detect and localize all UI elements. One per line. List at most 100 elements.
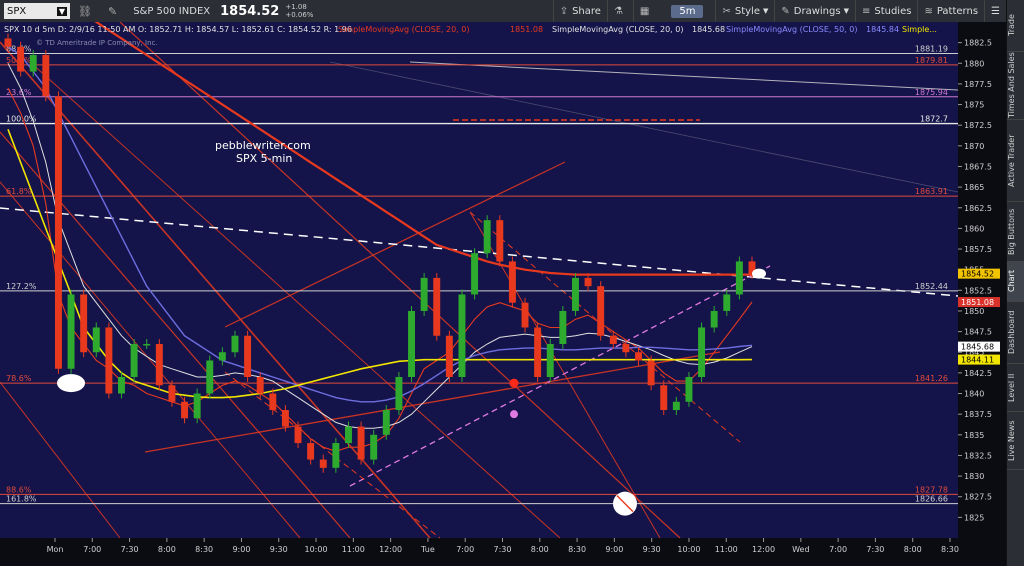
y-tick-label: 1835 (964, 431, 984, 440)
menu-button[interactable]: ☰ (984, 0, 1006, 22)
candle-body (559, 310, 567, 344)
candle-body (118, 377, 125, 394)
candle-body (307, 443, 315, 460)
studies-icon: ≡ (861, 5, 871, 17)
candle-body (685, 377, 693, 402)
y-tick-label: 1837.5 (964, 410, 992, 419)
highlight-marker (57, 374, 85, 393)
y-tick-label: 1862.5 (964, 204, 992, 213)
candle-body (155, 343, 163, 386)
sidebar-tab-trade[interactable]: Trade (1007, 0, 1024, 52)
fib-label: 78.6% (6, 374, 32, 383)
fib-price: 1827.78 (915, 485, 948, 494)
y-tick-label: 1880 (964, 59, 984, 68)
fib-price: 1826.66 (915, 495, 948, 504)
flask-button[interactable]: ⚗ (606, 0, 633, 22)
candle-body (735, 261, 743, 295)
fib-price: 1863.91 (915, 187, 948, 196)
chart-toolbar: SPX ▼ ⛓ ✎ S&P 500 INDEX 1854.52 +1.08 +0… (0, 0, 1006, 23)
pivot-marker (509, 378, 519, 388)
candle-body (332, 443, 340, 468)
sidebar-tab-times-and-sales[interactable]: Times And Sales (1007, 52, 1024, 120)
fib-price: 1881.19 (915, 44, 948, 53)
candle-body (571, 277, 579, 311)
candle-body (635, 352, 642, 361)
price-tag-label: 1845.68 (961, 343, 994, 352)
style-button[interactable]: ✂ Style ▼ (715, 0, 774, 22)
sidebar-tab-big-buttons[interactable]: Big Buttons (1007, 202, 1024, 262)
symbol-label: SPX (7, 5, 27, 17)
x-tick-label: 9:00 (605, 545, 623, 554)
drawings-button[interactable]: ✎ Drawings ▼ (774, 0, 855, 22)
x-tick-label: 10:00 (305, 545, 328, 554)
x-tick-label: 8:00 (904, 545, 922, 554)
candle-body (4, 38, 12, 47)
y-tick-label: 1832.5 (964, 451, 992, 460)
share-icon: ⇪ (559, 5, 569, 17)
x-tick-label: Tue (420, 545, 435, 554)
sma20b-legend-value: 1845.68 (692, 25, 725, 34)
info-line: SPX 10 d 5m D: 2/9/16 11:50 AM O: 1852.7… (4, 25, 352, 34)
sidebar-tab-live-news[interactable]: Live News (1007, 412, 1024, 470)
fib-label: 61.8% (6, 187, 32, 196)
candle-body (294, 426, 302, 444)
y-tick-label: 1877.5 (964, 80, 992, 89)
x-tick-label: 7:00 (829, 545, 847, 554)
drawings-label: Drawings (793, 5, 841, 17)
x-tick-label: 7:00 (83, 545, 101, 554)
candle-body (710, 310, 718, 328)
candle-body (244, 335, 252, 378)
candle-body (433, 277, 441, 336)
y-tick-label: 1860 (964, 224, 984, 233)
price-tag-label: 1854.52 (961, 270, 994, 279)
fib-price: 1852.44 (915, 282, 948, 291)
share-label: Share (572, 5, 601, 17)
candle-body (143, 343, 151, 346)
candle-body (471, 253, 479, 295)
sidebar-tab-dashboard[interactable]: Dashboard (1007, 302, 1024, 364)
chevron-down-icon: ▼ (56, 6, 67, 16)
flask-icon: ⚗ (613, 5, 623, 17)
y-tick-label: 1875 (964, 101, 984, 110)
share-button[interactable]: ⇪ Share (552, 0, 607, 22)
fib-label: 127.2% (6, 282, 37, 291)
candle-body (319, 459, 327, 468)
x-tick-label: 8:30 (568, 545, 586, 554)
candle-body (54, 96, 62, 369)
annotation-chart: SPX 5-min (236, 152, 292, 165)
sidebar-tab-active-trader[interactable]: Active Trader (1007, 120, 1024, 202)
y-tick-label: 1850 (964, 307, 984, 316)
studies-button[interactable]: ≡ Studies (854, 0, 918, 22)
y-tick-label: 1857.5 (964, 245, 992, 254)
candle-body (42, 55, 50, 97)
candle-body (357, 426, 365, 460)
candle-body (168, 385, 176, 402)
sidebar-tab-chart[interactable]: Chart (1007, 262, 1024, 302)
candle-body (420, 277, 428, 311)
symbol-selector[interactable]: SPX ▼ (4, 3, 70, 19)
x-tick-label: 8:00 (531, 545, 549, 554)
last-price: 1854.52 (220, 3, 280, 19)
candle-body (382, 410, 390, 435)
x-tick-label: 8:30 (941, 545, 959, 554)
sma20-legend: SimpleMovingAvg (CLOSE, 20, 0) (338, 25, 469, 34)
x-tick-label: 11:00 (342, 545, 365, 554)
link-icon[interactable]: ⛓ (78, 5, 92, 18)
edit-icon[interactable]: ✎ (108, 5, 117, 18)
candle-body (508, 261, 516, 303)
candle-body (92, 327, 100, 353)
sidebar-tab-level-ii[interactable]: Level II (1007, 364, 1024, 412)
candle-body (534, 327, 542, 378)
more-studies: Simple... (902, 25, 937, 34)
candle-body (483, 220, 491, 254)
patterns-button[interactable]: ≋ Patterns (917, 0, 984, 22)
candle-body (193, 393, 201, 419)
candle-body (521, 302, 529, 328)
grid-button[interactable]: ▦ (632, 0, 659, 22)
aggregation-selector[interactable]: 5m (659, 0, 715, 22)
y-tick-label: 1867.5 (964, 162, 992, 171)
studies-label: Studies (874, 5, 912, 17)
fib-price: 1879.81 (915, 56, 948, 65)
price-chart[interactable]: 88.6%1881.1950.0%1879.8123.6%1875.94100.… (0, 22, 1006, 566)
sma50-legend: SimpleMovingAvg (CLOSE, 50, 0) (726, 25, 857, 34)
